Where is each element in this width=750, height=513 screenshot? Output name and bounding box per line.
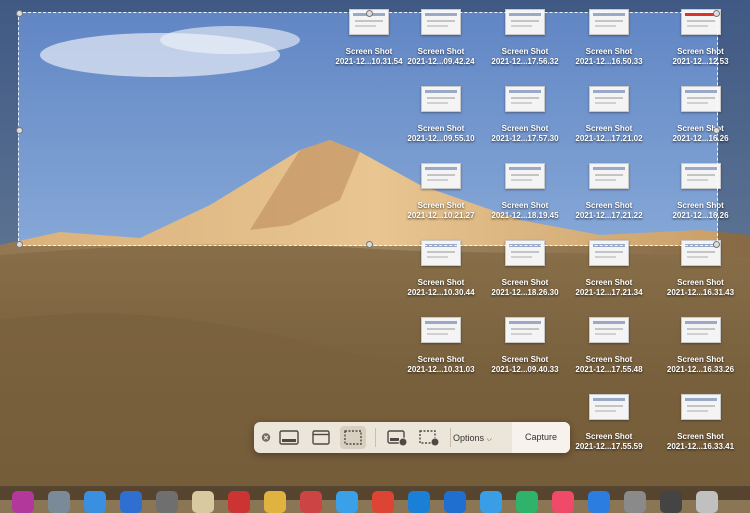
dock-app-icon[interactable]	[696, 491, 718, 513]
file-thumbnail	[589, 317, 629, 343]
capture-window-button[interactable]	[308, 426, 334, 449]
dock-app-icon[interactable]	[660, 491, 682, 513]
record-selection-icon	[419, 430, 440, 447]
dock-app-icon[interactable]	[48, 491, 70, 513]
desktop-file[interactable]: Screen Shot 2021-12...16.33.26	[651, 317, 750, 375]
dock-app-icon[interactable]	[120, 491, 142, 513]
file-thumbnail	[505, 317, 545, 343]
file-date: 2021-12...16.33.26	[666, 365, 735, 374]
dock-app-icon[interactable]	[624, 491, 646, 513]
file-thumbnail	[680, 394, 721, 420]
options-menu-button[interactable]: Options ⌵	[453, 427, 492, 449]
file-name: Screen Shot	[501, 278, 549, 287]
dock-app-icon[interactable]	[156, 491, 178, 513]
file-name: Screen Shot	[585, 278, 633, 287]
desktop-file[interactable]: Screen Shot 2021-12...16.31.43	[651, 240, 750, 298]
dock-app-icon[interactable]	[408, 491, 430, 513]
desktop-file[interactable]: Screen Shot 2021-12...18.26.30	[483, 240, 567, 298]
record-screen-icon	[387, 430, 408, 447]
resize-handle-bottom-right[interactable]	[713, 241, 720, 248]
file-name: Screen Shot	[501, 355, 549, 364]
file-name: Screen Shot	[677, 355, 724, 364]
file-name: Screen Shot	[417, 278, 465, 287]
options-label: Options	[453, 433, 485, 443]
capture-selection-button[interactable]	[340, 426, 366, 449]
file-date: 2021-12...16.33.41	[666, 442, 735, 451]
resize-handle-right[interactable]	[713, 127, 720, 134]
file-date: 2021-12...17.55.48	[575, 365, 643, 374]
record-entire-screen-button[interactable]	[384, 426, 410, 449]
resize-handle-top-left[interactable]	[16, 10, 23, 17]
file-name: Screen Shot	[585, 432, 633, 441]
file-date: 2021-12...09.40.33	[491, 365, 559, 374]
dock-app-icon[interactable]	[552, 491, 574, 513]
toolbar-divider	[375, 428, 376, 447]
desktop-file[interactable]: Screen Shot 2021-12...10.30.44	[399, 240, 483, 298]
selection-rectangle[interactable]	[16, 10, 720, 248]
dock-app-icon[interactable]	[12, 491, 34, 513]
dock-app-icon[interactable]	[192, 491, 214, 513]
dock-app-icon[interactable]	[228, 491, 250, 513]
dock-app-icon[interactable]	[264, 491, 286, 513]
file-date: 2021-12...16.31.43	[666, 288, 735, 297]
file-date: 2021-12...17.21.34	[575, 288, 643, 297]
resize-handle-top-right[interactable]	[713, 10, 720, 17]
file-date: 2021-12...10.31.03	[407, 365, 475, 374]
dock-app-icon[interactable]	[516, 491, 538, 513]
file-name: Screen Shot	[585, 355, 633, 364]
file-date: 2021-12...18.26.30	[491, 288, 559, 297]
file-name: Screen Shot	[417, 355, 465, 364]
file-name: Screen Shot	[677, 278, 724, 287]
desktop-file[interactable]: Screen Shot 2021-12...10.31.03	[399, 317, 483, 375]
resize-handle-bottom[interactable]	[366, 241, 373, 248]
capture-entire-screen-button[interactable]	[276, 426, 302, 449]
chevron-down-icon: ⌵	[486, 436, 492, 443]
file-date: 2021-12...17.55.59	[575, 442, 643, 451]
dock-app-icon[interactable]	[300, 491, 322, 513]
record-selection-button[interactable]	[416, 426, 442, 449]
resize-handle-bottom-left[interactable]	[16, 241, 23, 248]
desktop-file[interactable]: Screen Shot 2021-12...17.55.59	[567, 394, 651, 452]
capture-screen-icon	[279, 430, 299, 445]
capture-selection-icon	[344, 430, 362, 445]
capture-window-icon	[312, 430, 330, 445]
file-thumbnail	[589, 394, 629, 420]
resize-handle-left[interactable]	[16, 127, 23, 134]
capture-button[interactable]: Capture	[512, 422, 570, 453]
dock-app-icon[interactable]	[372, 491, 394, 513]
dock-app-icon[interactable]	[588, 491, 610, 513]
desktop-file[interactable]: Screen Shot 2021-12...17.21.34	[567, 240, 651, 298]
desktop-file[interactable]: Screen Shot 2021-12...17.55.48	[567, 317, 651, 375]
dock-app-icon[interactable]	[444, 491, 466, 513]
close-button[interactable]	[258, 426, 274, 449]
file-name: Screen Shot	[677, 432, 724, 441]
file-thumbnail	[680, 317, 721, 343]
file-date: 2021-12...10.30.44	[407, 288, 475, 297]
file-thumbnail	[421, 317, 461, 343]
close-icon	[261, 433, 271, 442]
resize-handle-top[interactable]	[366, 10, 373, 17]
dock-app-icon[interactable]	[84, 491, 106, 513]
dock-app-icon[interactable]	[480, 491, 502, 513]
desktop-file[interactable]: Screen Shot 2021-12...16.33.41	[651, 394, 750, 452]
desktop-file[interactable]: Screen Shot 2021-12...09.40.33	[483, 317, 567, 375]
toolbar-divider	[450, 428, 451, 447]
dock-app-icon[interactable]	[336, 491, 358, 513]
